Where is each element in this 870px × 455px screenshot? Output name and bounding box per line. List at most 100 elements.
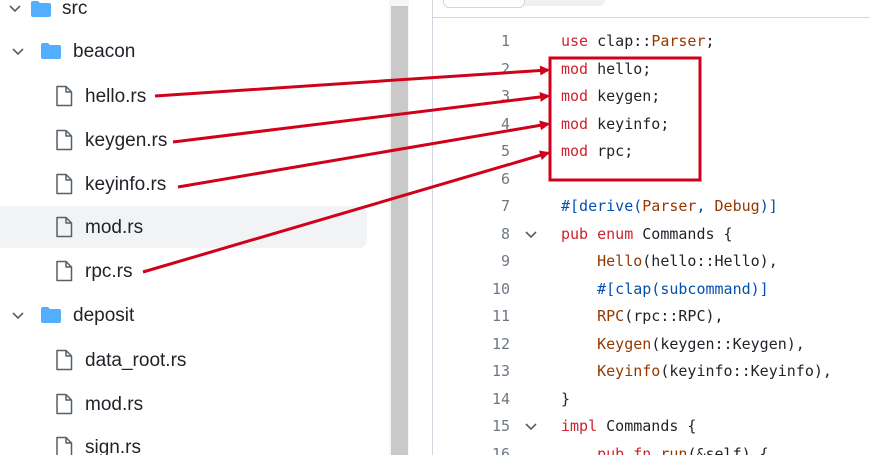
code-token: fn — [633, 444, 652, 455]
tree-item-hello-rs[interactable]: hello.rs — [0, 75, 380, 117]
code-token: keygen; — [588, 87, 661, 105]
tree-item-label: mod.rs — [85, 217, 144, 238]
code-text: mod keyinfo; — [561, 111, 669, 139]
fold-chevron-icon[interactable] — [525, 421, 537, 433]
tree-item-rpc-rs[interactable]: rpc.rs — [0, 250, 380, 292]
code-text: Keygen(keygen::Keygen), — [561, 331, 805, 359]
line-number[interactable]: 1 — [450, 28, 510, 56]
code-token: use — [561, 32, 589, 50]
file-icon — [56, 260, 73, 282]
line-number[interactable]: 4 — [450, 111, 510, 139]
code-text: #[clap(subcommand)] — [561, 276, 769, 304]
file-icon — [56, 129, 73, 151]
code-token: enum — [597, 224, 634, 243]
code-line: 10 #[clap(subcommand)] — [433, 276, 870, 304]
line-number[interactable]: 11 — [450, 303, 510, 331]
code-token: Parser — [651, 32, 706, 50]
line-number[interactable]: 15 — [450, 413, 510, 441]
tab-blame[interactable] — [525, 0, 605, 6]
code-token: RPC — [597, 307, 625, 325]
line-number[interactable]: 5 — [450, 138, 510, 166]
tree-scrollbar-thumb[interactable] — [391, 6, 408, 455]
tree-item-label: mod.rs — [85, 394, 144, 415]
chevron-down-icon[interactable] — [11, 309, 25, 323]
code-line: 12 Keygen(keygen::Keygen), — [433, 331, 870, 359]
code-text: #[derive(Parser, Debug)] — [561, 193, 778, 221]
code-token: (keygen::Keygen), — [651, 334, 805, 353]
code-text: Keyinfo(keyinfo::Keyinfo), — [561, 358, 832, 386]
tree-item-mod-rs[interactable]: mod.rs — [0, 383, 380, 425]
code-token: (hello::Hello), — [642, 252, 778, 270]
line-number[interactable]: 9 — [450, 248, 510, 276]
code-token: Keyinfo — [597, 362, 661, 380]
tab-code[interactable] — [443, 0, 525, 8]
code-token: run — [660, 444, 688, 455]
tree-item-data-root-rs[interactable]: data_root.rs — [0, 339, 380, 381]
tree-item-label: keygen.rs — [85, 130, 168, 151]
line-number[interactable]: 16 — [450, 441, 510, 455]
tree-item-keyinfo-rs[interactable]: keyinfo.rs — [0, 163, 380, 205]
line-number[interactable]: 2 — [450, 56, 510, 84]
code-line: 9 Hello(hello::Hello), — [433, 248, 870, 276]
tree-item-label: deposit — [73, 305, 135, 326]
tree-item-label: hello.rs — [85, 86, 147, 107]
tree-item-mod-rs-selected[interactable]: mod.rs — [0, 206, 367, 248]
code-token: Keygen — [597, 334, 652, 353]
line-number[interactable]: 8 — [450, 221, 510, 249]
code-token: #[clap(subcommand)] — [597, 279, 769, 298]
code-token: (rpc::RPC), — [624, 307, 724, 325]
code-token: rpc; — [588, 142, 634, 160]
code-token: Commands { — [597, 417, 697, 435]
code-line: 3 mod keygen; — [433, 83, 870, 111]
tree-item-beacon[interactable]: beacon — [0, 31, 380, 73]
code-token: } — [561, 389, 571, 408]
line-number[interactable]: 3 — [450, 83, 510, 111]
code-text: use clap::Parser; — [561, 28, 715, 56]
code-token: Debug — [714, 197, 760, 215]
tree-item-label: beacon — [73, 41, 136, 62]
line-number[interactable]: 6 — [450, 166, 510, 194]
code-viewer: 1 use clap::Parser; 2 mod hello; 3 mod keygen… — [433, 0, 870, 455]
code-token: mod — [561, 59, 589, 78]
tree-item-keygen-rs[interactable]: keygen.rs — [0, 119, 380, 161]
file-tree: src beacon hello.rs keygen.rs keyinfo.rs… — [0, 0, 390, 455]
file-icon — [56, 216, 73, 238]
tree-item-label: src — [62, 0, 88, 19]
tree-item-label: data_root.rs — [85, 350, 187, 371]
code-token: #[derive( — [561, 197, 643, 215]
file-icon — [56, 436, 73, 455]
code-line: 16 pub fn run(&self) { — [433, 441, 870, 455]
chevron-down-icon[interactable] — [11, 45, 25, 59]
code-line: 8 pub enum Commands { — [433, 221, 870, 249]
code-text: mod hello; — [561, 56, 651, 84]
line-number[interactable]: 7 — [450, 193, 510, 221]
file-icon — [56, 349, 73, 371]
line-number[interactable]: 13 — [450, 358, 510, 386]
code-token: ; — [705, 32, 715, 50]
code-token: pub — [597, 444, 625, 455]
line-number[interactable]: 14 — [450, 386, 510, 414]
code-line: 1 use clap::Parser; — [433, 28, 870, 56]
code-text: mod rpc; — [561, 138, 633, 166]
code-line: 13 Keyinfo(keyinfo::Keyinfo), — [433, 358, 870, 386]
code-token: Commands { — [633, 224, 733, 243]
code-token: , — [696, 197, 715, 215]
line-number[interactable]: 10 — [450, 276, 510, 304]
tree-item-src[interactable]: src — [0, 0, 380, 30]
tree-item-deposit[interactable]: deposit — [0, 295, 380, 337]
tree-item-sign-rs[interactable]: sign.rs — [0, 426, 380, 455]
tree-item-label: rpc.rs — [85, 261, 133, 282]
code-token: )] — [759, 197, 778, 215]
chevron-down-icon[interactable] — [8, 2, 22, 16]
fold-chevron-icon[interactable] — [525, 229, 537, 241]
line-number[interactable]: 12 — [450, 331, 510, 359]
code-token: keyinfo; — [588, 114, 670, 133]
code-text: RPC(rpc::RPC), — [561, 303, 724, 331]
file-icon — [56, 173, 73, 195]
